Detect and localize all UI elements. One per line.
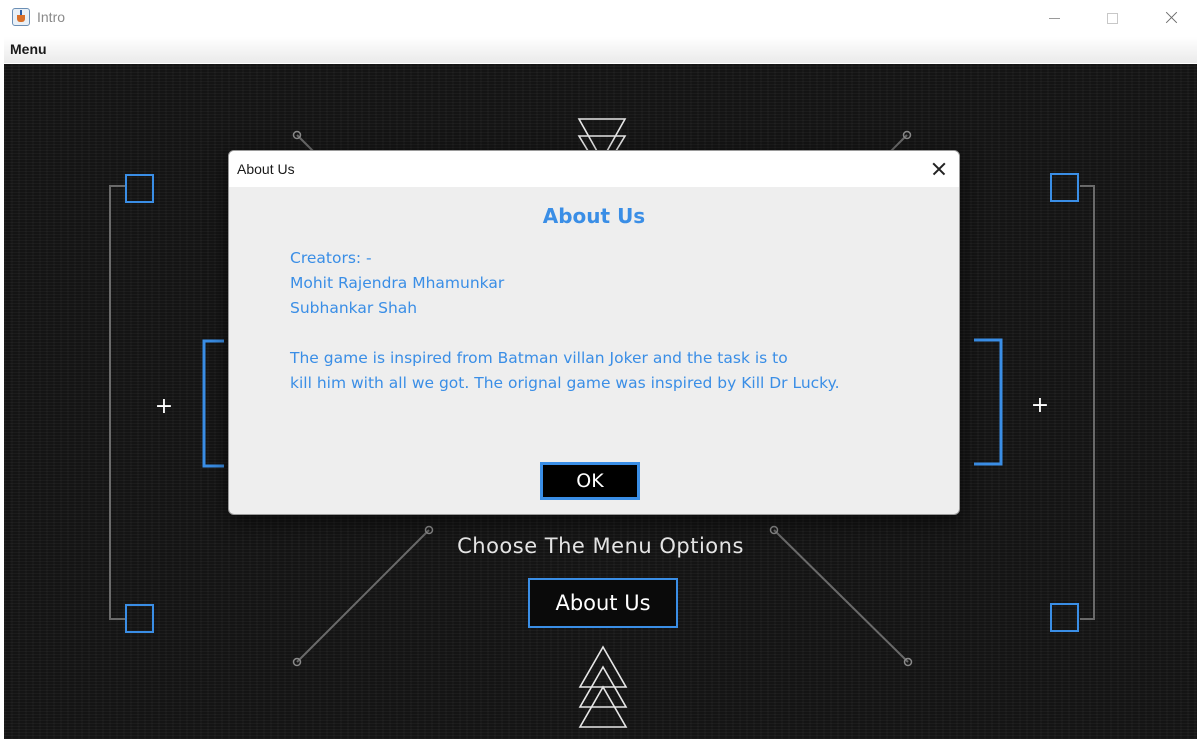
menu-prompt: Choose The Menu Options	[457, 534, 744, 558]
window-close-button[interactable]	[1157, 6, 1187, 30]
ok-button[interactable]: OK	[540, 462, 640, 500]
window-titlebar: Intro	[0, 0, 1197, 36]
corner-square-bottom-left	[125, 604, 154, 633]
bottom-triangles	[578, 645, 628, 728]
creator-name: Mohit Rajendra Mhamunkar	[290, 274, 505, 292]
corner-square-top-right	[1050, 173, 1079, 202]
dialog-heading: About Us	[542, 204, 646, 228]
right-blue-bracket	[974, 338, 1003, 466]
about-dialog: About Us About Us Creators: - Mohit Raje…	[228, 150, 960, 515]
creator-name: Subhankar Shah	[290, 299, 418, 317]
description-line: The game is inspired from Batman villan …	[290, 349, 788, 367]
about-us-button[interactable]: About Us	[528, 578, 678, 628]
window-title: Intro	[37, 9, 66, 25]
creators-label: Creators: -	[290, 249, 372, 267]
dialog-body: Creators: - Mohit Rajendra Mhamunkar Sub…	[290, 246, 930, 396]
plus-symbol-left: +	[155, 394, 173, 419]
dialog-close-icon[interactable]	[927, 157, 951, 181]
maximize-button[interactable]	[1098, 6, 1128, 30]
description-line: kill him with all we got. The orignal ga…	[290, 374, 840, 392]
dialog-titlebar: About Us	[229, 151, 959, 187]
minimize-button[interactable]	[1040, 6, 1070, 30]
corner-square-top-left	[125, 174, 154, 203]
plus-symbol-right: +	[1031, 393, 1049, 418]
corner-square-bottom-right	[1050, 603, 1079, 632]
dialog-title: About Us	[237, 161, 295, 177]
java-app-icon	[12, 8, 30, 26]
menu-bar: Menu	[4, 37, 1197, 63]
left-blue-bracket	[202, 339, 224, 468]
menu-item-menu[interactable]: Menu	[10, 41, 47, 57]
